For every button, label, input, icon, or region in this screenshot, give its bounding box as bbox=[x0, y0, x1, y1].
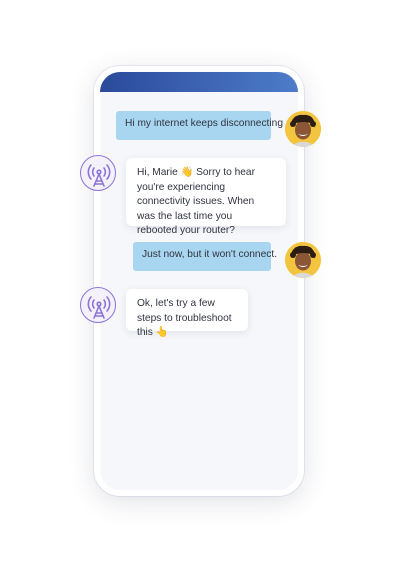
message-text: Hi, Marie 👋 Sorry to hear you're experie… bbox=[137, 167, 255, 236]
user-message-bubble: Hi my internet keeps disconnecting bbox=[116, 111, 283, 140]
user-photo-icon bbox=[285, 242, 321, 278]
message-text: Just now, but it won't connect. bbox=[142, 249, 278, 260]
message-text: Hi my internet keeps disconnecting bbox=[125, 118, 283, 129]
user-avatar bbox=[285, 111, 321, 147]
chat-header-bar bbox=[100, 72, 298, 92]
bot-message-bubble: Ok, let's try a few steps to troubleshoo… bbox=[126, 289, 248, 338]
bot-avatar bbox=[80, 155, 116, 191]
user-avatar bbox=[285, 242, 321, 278]
user-message-bubble: Just now, but it won't connect. bbox=[133, 242, 277, 271]
user-photo-icon bbox=[285, 111, 321, 147]
bot-avatar bbox=[80, 287, 116, 323]
bot-message-bubble: Hi, Marie 👋 Sorry to hear you're experie… bbox=[126, 158, 286, 236]
antenna-icon bbox=[87, 296, 111, 319]
antenna-icon bbox=[87, 164, 111, 187]
